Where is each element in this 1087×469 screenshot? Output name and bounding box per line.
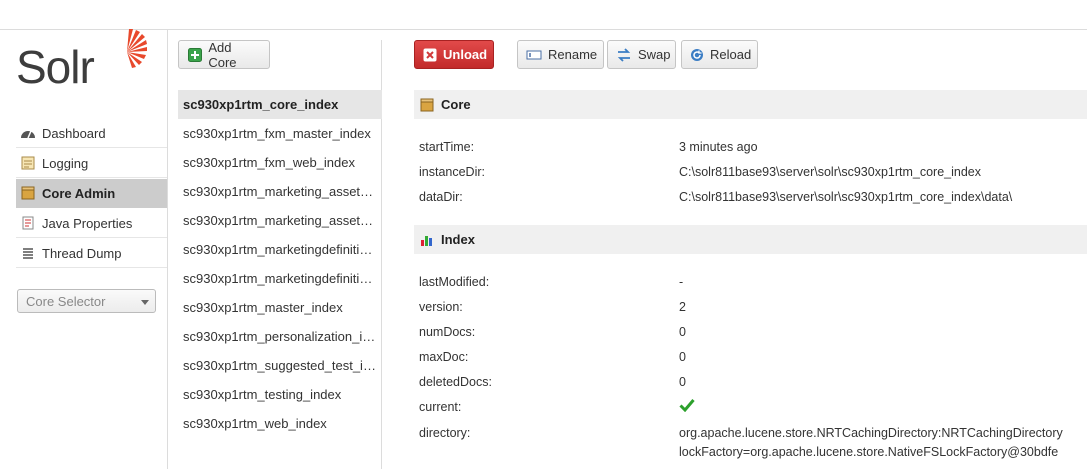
- core-name: sc930xp1rtm_web_index: [183, 416, 327, 431]
- chevron-down-icon: [141, 300, 149, 305]
- swap-button[interactable]: Swap: [607, 40, 676, 69]
- data-dir-label: dataDir:: [419, 190, 463, 204]
- core-list-item[interactable]: sc930xp1rtm_fxm_web_index: [178, 148, 382, 177]
- last-modified-value: -: [679, 275, 684, 289]
- core-name: sc930xp1rtm_fxm_web_index: [183, 155, 355, 170]
- box-icon: [420, 98, 434, 112]
- unload-label: Unload: [443, 47, 488, 62]
- sidebar-item-java-properties[interactable]: Java Properties: [16, 209, 167, 238]
- sidebar-item-core-admin[interactable]: Core Admin: [16, 179, 167, 208]
- directory-value: org.apache.lucene.store.NRTCachingDirect…: [679, 426, 1063, 440]
- start-time-label: startTime:: [419, 140, 475, 154]
- close-icon: [423, 47, 437, 63]
- checkmark-icon: [679, 399, 695, 413]
- core-list-item[interactable]: sc930xp1rtm_core_index: [178, 90, 382, 119]
- instance-dir-label: instanceDir:: [419, 165, 485, 179]
- sidebar-item-label: Thread Dump: [42, 245, 122, 261]
- core-list-item[interactable]: sc930xp1rtm_testing_index: [178, 380, 382, 409]
- solr-sun-icon: [127, 29, 147, 68]
- max-doc-label: maxDoc:: [419, 350, 469, 364]
- core-list-item[interactable]: sc930xp1rtm_personalization_index: [178, 322, 382, 351]
- java-properties-icon: [20, 216, 36, 230]
- version-value: 2: [679, 300, 686, 314]
- core-section-header: Core: [414, 90, 1087, 119]
- num-docs-label: numDocs:: [419, 325, 476, 339]
- current-value: [679, 398, 695, 415]
- dashboard-icon: [20, 126, 36, 140]
- current-label: current:: [419, 400, 462, 414]
- core-name: sc930xp1rtm_core_index: [183, 97, 339, 112]
- core-name: sc930xp1rtm_suggested_test_index: [183, 358, 377, 373]
- bar-chart-icon: [420, 233, 434, 247]
- sidebar-divider: [167, 30, 168, 469]
- max-doc-value: 0: [679, 350, 686, 364]
- data-dir-value: C:\solr811base93\server\solr\sc930xp1rtm…: [679, 190, 1013, 204]
- core-list-item[interactable]: sc930xp1rtm_marketing_asset_index_master: [178, 177, 382, 206]
- core-list-item[interactable]: sc930xp1rtm_suggested_test_index: [178, 351, 382, 380]
- core-name: sc930xp1rtm_marketing_asset_index_master: [183, 184, 377, 199]
- sidebar-item-dashboard[interactable]: Dashboard: [16, 119, 167, 148]
- last-modified-label: lastModified:: [419, 275, 490, 289]
- plus-icon: [187, 47, 202, 63]
- logo-text: Solr: [16, 41, 95, 93]
- core-list-item[interactable]: sc930xp1rtm_web_index: [178, 409, 382, 438]
- sidebar-item-label: Core Admin: [42, 185, 116, 201]
- rename-button[interactable]: Rename: [517, 40, 604, 69]
- deleted-docs-label: deletedDocs:: [419, 375, 492, 389]
- top-border: [0, 29, 1087, 30]
- reload-icon: [690, 47, 704, 63]
- sidebar-item-label: Java Properties: [42, 215, 133, 231]
- sidebar-item-logging[interactable]: Logging: [16, 149, 167, 178]
- add-core-button[interactable]: Add Core: [178, 39, 270, 70]
- core-name: sc930xp1rtm_master_index: [183, 300, 343, 315]
- sidebar-item-label: Logging: [42, 155, 89, 171]
- reload-label: Reload: [710, 47, 752, 62]
- swap-label: Swap: [638, 47, 671, 62]
- core-list-item[interactable]: sc930xp1rtm_marketing_asset_index_web: [178, 206, 382, 235]
- directory-label: directory:: [419, 426, 471, 440]
- core-list-item[interactable]: sc930xp1rtm_marketingdefinitions_master: [178, 235, 382, 264]
- deleted-docs-value: 0: [679, 375, 686, 389]
- reload-button[interactable]: Reload: [681, 40, 758, 69]
- num-docs-value: 0: [679, 325, 686, 339]
- start-time-value: 3 minutes ago: [679, 140, 758, 154]
- core-admin-icon: [20, 186, 36, 200]
- core-name: sc930xp1rtm_personalization_index: [183, 329, 377, 344]
- core-name: sc930xp1rtm_testing_index: [183, 387, 342, 402]
- unload-button[interactable]: Unload: [414, 40, 494, 69]
- section-title: Index: [441, 232, 475, 247]
- instance-dir-value: C:\solr811base93\server\solr\sc930xp1rtm…: [679, 165, 982, 179]
- rename-label: Rename: [548, 47, 598, 62]
- thread-dump-icon: [20, 246, 36, 260]
- core-name: sc930xp1rtm_fxm_master_index: [183, 126, 371, 141]
- sidebar-item-label: Dashboard: [42, 125, 106, 141]
- sidebar-item-thread-dump[interactable]: Thread Dump: [16, 239, 167, 268]
- core-selector-dropdown[interactable]: Core Selector: [17, 289, 156, 313]
- core-list-item[interactable]: sc930xp1rtm_master_index: [178, 293, 382, 322]
- core-list-item[interactable]: sc930xp1rtm_marketingdefinitions_web: [178, 264, 382, 293]
- index-section-header: Index: [414, 225, 1087, 254]
- core-list-item[interactable]: sc930xp1rtm_fxm_master_index: [178, 119, 382, 148]
- swap-icon: [616, 47, 632, 63]
- add-core-label: Add Core: [208, 39, 237, 70]
- core-name: sc930xp1rtm_marketing_asset_index_web: [183, 213, 377, 228]
- version-label: version:: [419, 300, 463, 314]
- core-name: sc930xp1rtm_marketingdefinitions_master: [183, 242, 377, 257]
- lock-factory-value: lockFactory=org.apache.lucene.store.Nati…: [679, 445, 1059, 459]
- core-name: sc930xp1rtm_marketingdefinitions_web: [183, 271, 377, 286]
- logging-icon: [20, 156, 36, 170]
- core-selector-placeholder: Core Selector: [26, 293, 106, 309]
- section-title: Core: [441, 97, 471, 112]
- rename-icon: [526, 47, 542, 63]
